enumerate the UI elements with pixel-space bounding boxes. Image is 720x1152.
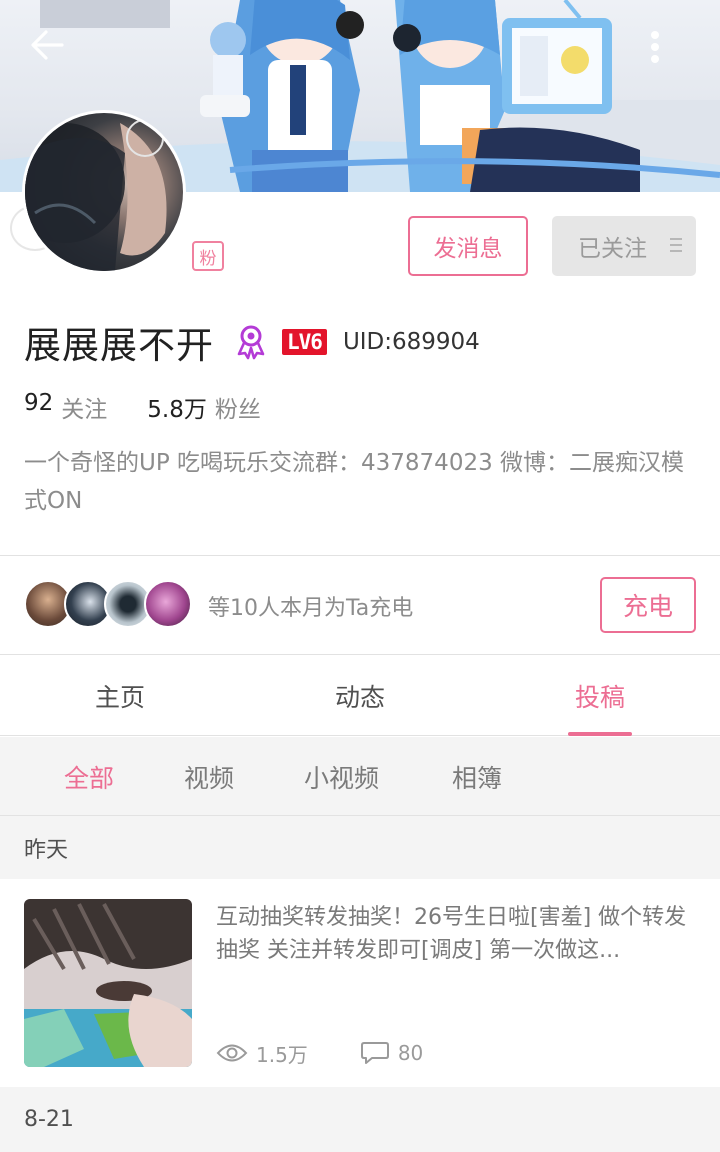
following-count: 92 xyxy=(24,390,54,416)
filter-videos[interactable]: 视频 xyxy=(184,759,234,795)
following-stat[interactable]: 92 关注 xyxy=(24,390,107,424)
section-date-header: 昨天 xyxy=(0,816,720,879)
followed-label: 已关注 xyxy=(578,236,647,262)
more-options-button[interactable] xyxy=(650,30,700,82)
followed-button[interactable]: 已关注 xyxy=(552,216,696,276)
tab-submissions[interactable]: 投稿 xyxy=(480,656,720,736)
following-label: 关注 xyxy=(61,397,108,423)
filter-all[interactable]: 全部 xyxy=(64,759,114,795)
followers-label: 粉丝 xyxy=(214,397,261,423)
post-thumbnail-image xyxy=(24,899,192,1067)
charger-avatar xyxy=(144,580,192,628)
eye-icon xyxy=(216,1044,248,1062)
username: 展展展不开 xyxy=(24,324,214,367)
tab-home[interactable]: 主页 xyxy=(0,656,240,736)
comments-count: 80 xyxy=(397,1041,424,1065)
views-stat: 1.5万 xyxy=(216,1039,308,1068)
name-row: 展展展不开 LV6 UID:689904 xyxy=(24,318,480,367)
post-thumbnail[interactable] xyxy=(24,899,192,1067)
bio-text: 一个奇怪的UP 吃喝玩乐交流群：437874023 微博：二展痴汉模式ON xyxy=(24,450,685,514)
comment-icon xyxy=(360,1042,389,1064)
views-count: 1.5万 xyxy=(256,1042,308,1067)
medal-icon[interactable] xyxy=(236,324,266,360)
post-stats: 1.5万 80 xyxy=(216,1039,423,1067)
send-message-button[interactable]: 发消息 xyxy=(408,216,528,276)
tab-dynamics[interactable]: 动态 xyxy=(240,656,480,736)
comments-stat: 80 xyxy=(360,1040,423,1066)
section-date-header: 8-21 xyxy=(0,1087,720,1152)
charge-summary[interactable]: 等10人本月为Ta充电 xyxy=(208,590,413,622)
filter-short-videos[interactable]: 小视频 xyxy=(304,759,379,795)
avatar[interactable] xyxy=(25,113,183,271)
level-badge: LV6 xyxy=(282,329,327,355)
stats-row: 92 关注 5.8万 粉丝 xyxy=(24,390,261,424)
menu-lines-icon xyxy=(670,238,682,256)
divider xyxy=(0,555,720,556)
followers-count: 5.8万 xyxy=(147,397,207,423)
followers-stat[interactable]: 5.8万 粉丝 xyxy=(147,390,261,424)
uid-text: UID:689904 xyxy=(342,329,480,355)
profile-tabs: 主页 动态 投稿 xyxy=(0,656,720,736)
submission-filter-bar: 全部 视频 小视频 相簿 xyxy=(0,737,720,815)
charge-button[interactable]: 充电 xyxy=(600,577,696,633)
avatar-photo xyxy=(25,119,167,271)
charger-avatars[interactable] xyxy=(24,580,192,630)
more-vertical-icon xyxy=(651,31,659,63)
post-title[interactable]: 互动抽奖转发抽奖！26号生日啦[害羞] 做个转发抽奖 关注并转发即可[调皮] 第… xyxy=(216,901,698,967)
back-arrow-icon xyxy=(31,30,64,60)
divider xyxy=(0,654,720,655)
filter-albums[interactable]: 相簿 xyxy=(452,759,502,795)
fan-badge[interactable]: 粉 xyxy=(192,241,224,271)
back-button[interactable] xyxy=(30,30,82,82)
post-item[interactable]: 互动抽奖转发抽奖！26号生日啦[害羞] 做个转发抽奖 关注并转发即可[调皮] 第… xyxy=(0,879,720,1087)
avatar-frame[interactable] xyxy=(22,110,186,274)
